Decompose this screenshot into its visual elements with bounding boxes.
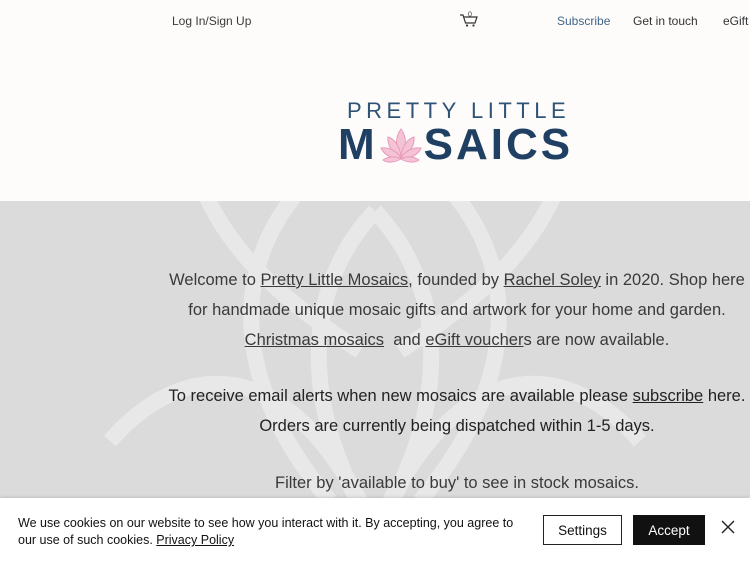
- intro-line-1: Welcome to Pretty Little Mosaics, founde…: [157, 265, 750, 295]
- close-cookie-banner-button[interactable]: [719, 518, 737, 536]
- logo-line-2[interactable]: M SAICS: [338, 120, 574, 169]
- alerts-text-start: To receive email alerts when new mosaics…: [168, 387, 633, 405]
- egift-voucher-link[interactable]: eGift voucher: [425, 331, 523, 349]
- cart-button[interactable]: 0: [459, 10, 479, 28]
- privacy-policy-link[interactable]: Privacy Policy: [156, 533, 234, 547]
- christmas-mosaics-link[interactable]: Christmas mosaics: [245, 331, 384, 349]
- cart-icon: 0: [460, 12, 478, 27]
- intro-line-3: Christmas mosaics and eGift vouchers are…: [157, 325, 750, 355]
- nav-subscribe[interactable]: Subscribe: [557, 14, 610, 28]
- cookie-settings-button[interactable]: Settings: [543, 515, 622, 545]
- intro-line-2: for handmade unique mosaic gifts and art…: [188, 301, 726, 319]
- alerts-text-end: here.: [703, 387, 746, 405]
- and-text: and: [384, 331, 426, 349]
- dispatch-note: Orders are currently being dispatched wi…: [259, 417, 655, 435]
- login-signup-link[interactable]: Log In/Sign Up: [172, 14, 251, 28]
- logo-letters-saics: SAICS: [423, 120, 574, 169]
- nav-egift[interactable]: eGift: [723, 14, 748, 28]
- site-header: Log In/Sign Up 0 Subscribe Get in touch …: [0, 0, 750, 201]
- logo-letter-m: M: [338, 120, 378, 169]
- subscribe-link[interactable]: subscribe: [633, 387, 704, 405]
- intro-paragraph: Welcome to Pretty Little Mosaics, founde…: [157, 265, 750, 355]
- founded-year-text: in 2020. Shop here: [600, 271, 745, 289]
- founder-link[interactable]: Rachel Soley: [504, 271, 601, 289]
- cart-count: 0: [468, 12, 472, 19]
- cookie-banner: We use cookies on our website to see how…: [0, 498, 750, 563]
- lotus-watermark-icon: [103, 201, 647, 511]
- filter-note: Filter by 'available to buy' to see in s…: [275, 474, 639, 492]
- intro-welcome-text: Welcome to: [169, 271, 261, 289]
- lotus-icon: [379, 128, 422, 163]
- available-text: s are now available.: [523, 331, 670, 349]
- founded-by-text: , founded by: [408, 271, 504, 289]
- shop-name-link[interactable]: Pretty Little Mosaics: [261, 271, 409, 289]
- alerts-paragraph: To receive email alerts when new mosaics…: [157, 381, 750, 441]
- nav-get-in-touch[interactable]: Get in touch: [633, 14, 698, 28]
- cookie-message: We use cookies on our website to see how…: [18, 515, 523, 549]
- intro-section: Welcome to Pretty Little Mosaics, founde…: [0, 201, 750, 511]
- cookie-message-text: We use cookies on our website to see how…: [18, 516, 514, 547]
- alerts-line-1: To receive email alerts when new mosaics…: [157, 381, 750, 411]
- cookie-accept-button[interactable]: Accept: [633, 515, 705, 545]
- close-icon: [721, 520, 735, 534]
